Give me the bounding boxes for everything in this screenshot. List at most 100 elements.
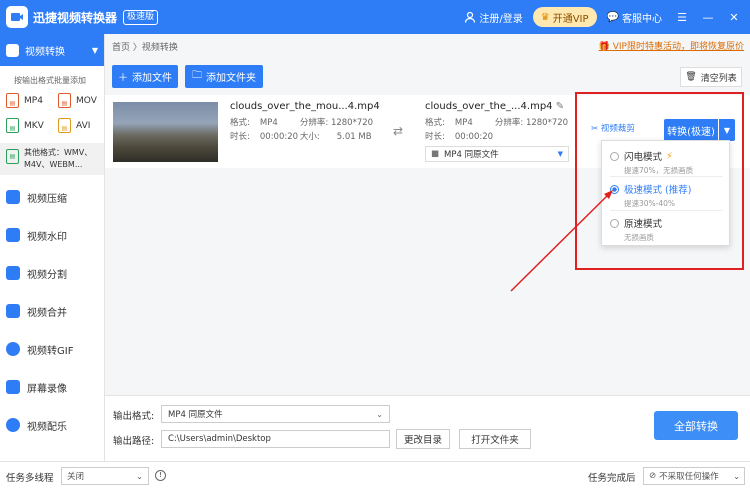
add-file-button[interactable]: ＋ 添加文件 (112, 65, 178, 88)
divider (610, 176, 723, 177)
gift-icon: 🎁 (598, 42, 610, 52)
sidebar-item-music[interactable]: 视频配乐 (0, 406, 104, 444)
target-filename-wrap[interactable]: clouds_over_the_...4.mp4 ✎ (425, 101, 564, 112)
output-format-select[interactable]: ■ MP4 同原文件 ▼ (425, 146, 569, 162)
format-other[interactable]: ▤ 其他格式：WMV、M4V、WEBM... (0, 143, 104, 175)
sidebar-item-split[interactable]: 视频分割 (0, 254, 104, 292)
minimize-icon[interactable]: — (698, 11, 718, 24)
divider (610, 210, 723, 211)
promo-text: VIP限时特惠活动，即将恢复原价 (612, 42, 744, 52)
meta-value: MP4 (259, 118, 278, 128)
mov-file-icon: ▤ (58, 93, 71, 108)
format-avi[interactable]: ▤ AVI (58, 118, 110, 133)
multithread-label: 任务多线程 (6, 473, 54, 484)
mode-option-fast[interactable]: 极速模式 (推荐) 提速30%-40% (610, 182, 725, 209)
format-label: MP4 (24, 95, 43, 106)
convert-icon (6, 43, 19, 57)
vip-button[interactable]: ♛ 开通VIP (532, 7, 597, 27)
output-path-label: 输出路径: (113, 436, 155, 447)
sidebar-item-label: 视频水印 (27, 231, 67, 243)
meta-label: 格式: (425, 118, 445, 128)
meta-label: 时长: (230, 132, 250, 142)
format-mov[interactable]: ▤ MOV (58, 93, 110, 108)
mode-option-original[interactable]: 原速模式 无损画质 (610, 216, 725, 243)
login-label: 注册/登录 (479, 13, 523, 25)
split-icon (6, 266, 20, 280)
app-logo-icon (6, 6, 28, 28)
sidebar-item-record[interactable]: 屏幕录像 (0, 368, 104, 406)
promo-link[interactable]: 🎁 VIP限时特惠活动，即将恢复原价 (599, 39, 744, 52)
sidebar-item-label: 视频压缩 (27, 193, 67, 205)
crown-icon: ♛ (540, 11, 550, 23)
add-folder-label: 添加文件夹 (206, 73, 256, 84)
sidebar-item-label: 视频转GIF (27, 345, 74, 357)
multithread-select[interactable]: 关闭 ⌄ (61, 467, 149, 485)
format-mkv[interactable]: ▤ MKV (6, 118, 58, 133)
watermark-icon (6, 228, 20, 242)
mode-subtitle: 提速30%-40% (624, 199, 676, 208)
compress-icon (6, 190, 20, 204)
record-icon (6, 380, 20, 394)
merge-icon (6, 304, 20, 318)
change-dir-button[interactable]: 更改目录 (396, 429, 450, 449)
other-file-icon: ▤ (6, 149, 19, 164)
source-meta: 格式: MP4 分辨率: 1280*720 时长: 00:00:20 大小: 5.01 M… (230, 116, 373, 144)
chevron-down-icon: ⌄ (376, 409, 383, 419)
sidebar-item-label: 视频转换 (25, 46, 65, 58)
chevron-down-icon: ▼ (91, 45, 98, 55)
chevron-down-icon: ⌄ (733, 471, 740, 481)
open-folder-button[interactable]: 打开文件夹 (459, 429, 531, 449)
add-folder-button[interactable]: 🗀 添加文件夹 (185, 65, 263, 88)
login-link[interactable]: 注册/登录 (464, 10, 523, 25)
format-mp4[interactable]: ▤ MP4 (6, 93, 58, 108)
sidebar-item-compress[interactable]: 视频压缩 (0, 178, 104, 216)
mode-option-lightning[interactable]: 闪电模式 ⚡ 提速70%，无损画质 (610, 149, 725, 176)
output-path-field[interactable]: C:\Users\admin\Desktop (161, 430, 390, 448)
meta-value: 1280*720 (525, 118, 569, 128)
meta-label: 时长: (425, 132, 445, 142)
info-icon[interactable]: ! (155, 470, 166, 481)
meta-value: 00:00:20 (259, 132, 299, 142)
on-complete-select[interactable]: ⊘ 不采取任何操作 ⌄ (643, 467, 745, 485)
output-format-field[interactable]: MP4 同原文件 ⌄ (161, 405, 390, 423)
edit-icon[interactable]: ✎ (556, 101, 564, 112)
gif-icon (6, 342, 20, 356)
menu-icon[interactable]: ☰ (672, 11, 692, 24)
title-bar: 迅捷视频转换器 极速版 注册/登录 ♛ 开通VIP 💬 客服中心 ☰ — ✕ (0, 0, 750, 34)
ban-icon: ⊘ (649, 471, 657, 481)
output-panel: 输出格式: MP4 同原文件 ⌄ 输出路径: C:\Users\admin\De… (105, 395, 750, 461)
on-complete-label: 任务完成后 (588, 473, 636, 484)
avi-file-icon: ▤ (58, 118, 71, 133)
trash-icon: 🗑 (685, 72, 697, 82)
plus-icon: ＋ (118, 73, 128, 84)
meta-value: 1280*720 (330, 118, 374, 128)
sidebar-item-watermark[interactable]: 视频水印 (0, 216, 104, 254)
close-icon[interactable]: ✕ (724, 11, 744, 24)
clear-list-button[interactable]: 🗑 清空列表 (680, 67, 742, 87)
mode-title: 闪电模式 (624, 152, 663, 163)
output-select-label: MP4 同原文件 (444, 150, 499, 160)
sidebar-item-gif[interactable]: 视频转GIF (0, 330, 104, 368)
app-title: 迅捷视频转换器 (33, 10, 118, 25)
batch-add-label: 按输出格式批量添加 (14, 76, 86, 85)
format-grid: ▤ MP4 ▤ MOV ▤ MKV ▤ AVI (0, 93, 104, 133)
sidebar: 视频转换 ▼ 按输出格式批量添加 ▤ MP4 ▤ MOV ▤ MKV ▤ AVI ▤ 其… (0, 34, 105, 461)
music-icon (6, 418, 20, 432)
mode-title: 原速模式 (624, 219, 663, 230)
format-label: AVI (76, 120, 91, 131)
meta-value: 00:00:20 (454, 132, 494, 142)
sidebar-item-merge[interactable]: 视频合并 (0, 292, 104, 330)
convert-all-button[interactable]: 全部转换 (654, 411, 738, 440)
folder-icon: 🗀 (192, 70, 202, 81)
radio-icon (610, 218, 619, 228)
format-label: MKV (24, 120, 44, 131)
meta-label: 分辨率: (299, 118, 329, 128)
support-link[interactable]: 💬 客服中心 (607, 10, 662, 25)
sidebar-item-label: 屏幕录像 (27, 383, 67, 395)
sidebar-item-label: 视频合并 (27, 307, 67, 319)
meta-label: 大小: (299, 132, 320, 142)
video-thumbnail (113, 102, 218, 162)
mode-subtitle: 提速70%，无损画质 (624, 166, 694, 175)
sidebar-item-video-convert[interactable]: 视频转换 ▼ (0, 34, 104, 66)
mkv-file-icon: ▤ (6, 118, 19, 133)
